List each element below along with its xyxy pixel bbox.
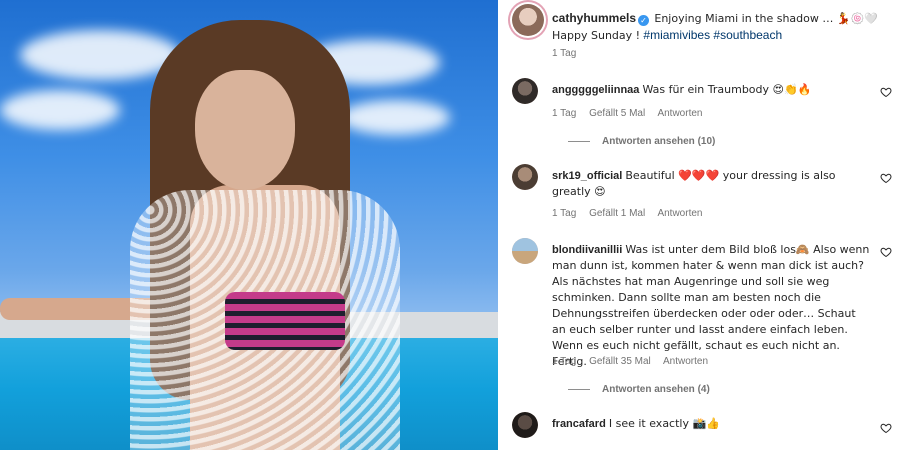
commenter-avatar[interactable] [512,78,538,104]
post-photo[interactable] [0,0,498,450]
verified-badge-icon: ✓ [638,15,650,26]
heart-outline-icon[interactable] [880,245,892,258]
view-replies-label: Antworten ansehen (10) [602,136,716,147]
instagram-post-view: cathyhummels ✓ Enjoying Miami in the shad… [0,0,900,450]
heart-outline-icon[interactable] [880,421,892,434]
heart-outline-icon[interactable] [880,171,892,184]
view-replies-button[interactable]: Antworten ansehen (10) [568,136,715,147]
replies-divider [568,140,590,142]
comments-panel: cathyhummels ✓ Enjoying Miami in the shad… [498,0,900,450]
caption-hashtags[interactable]: #miamivibes #southbeach [643,28,782,42]
replies-divider [568,388,590,390]
commenter-avatar[interactable] [512,164,538,190]
comment-text: Was ist unter dem Bild bloß los🙈 Also we… [552,243,870,368]
comment-time[interactable]: 1 Tag [552,108,576,119]
cloud [340,100,450,135]
comment-likes[interactable]: Gefällt 35 Mal [589,356,651,367]
comment-username[interactable]: angggggeliinnaa [552,84,639,96]
striped-top [225,292,345,350]
commenter-avatar[interactable] [512,412,538,438]
face [195,70,295,190]
commenter-avatar[interactable] [512,238,538,264]
comment-likes[interactable]: Gefällt 5 Mal [589,108,645,119]
comment-time[interactable]: 1 Tag [552,356,576,367]
comment-time[interactable]: 1 Tag [552,208,576,219]
reply-button[interactable]: Antworten [657,208,702,219]
cloud [0,90,120,130]
author-username[interactable]: cathyhummels [552,11,636,25]
comment-likes[interactable]: Gefällt 1 Mal [589,208,645,219]
reply-button[interactable]: Antworten [663,356,708,367]
reply-button[interactable]: Antworten [657,108,702,119]
comment-text: I see it exactly 📸👍 [608,417,720,430]
view-replies-label: Antworten ansehen (4) [602,384,710,395]
comment-username[interactable]: blondiivanillii [552,244,622,256]
post-time[interactable]: 1 Tag [552,48,576,59]
comment-username[interactable]: francafard [552,418,606,430]
cloud [20,30,180,80]
view-replies-button[interactable]: Antworten ansehen (4) [568,384,710,395]
author-avatar[interactable] [512,4,544,36]
heart-outline-icon[interactable] [880,85,892,98]
comment-text: Was für ein Traumbody 😍👏🔥 [642,83,812,96]
comment-username[interactable]: srk19_official [552,170,622,182]
